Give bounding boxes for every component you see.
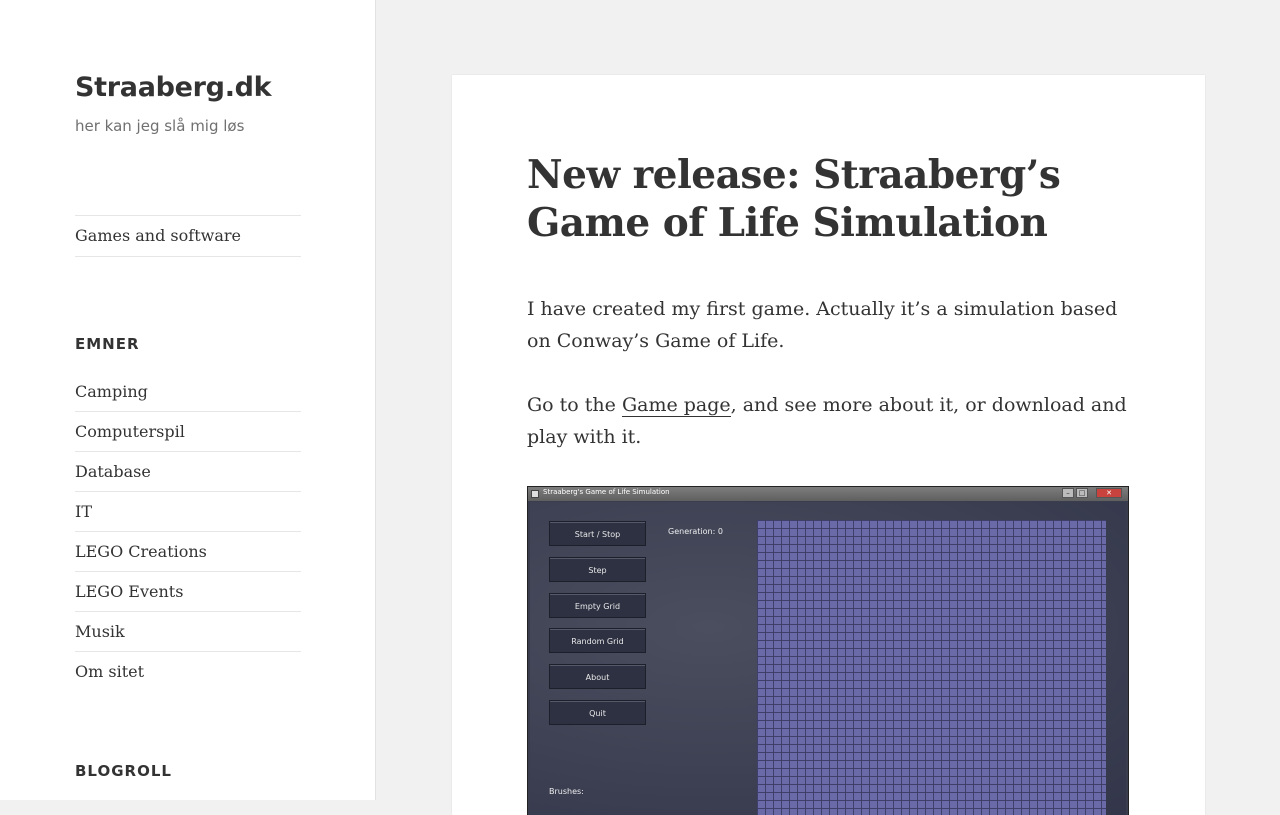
list-item: Camping [75, 372, 301, 412]
game-page-link[interactable]: Game page [621, 394, 731, 417]
sidebar: Straaberg.dk her kan jeg slå mig løs Gam… [0, 0, 376, 800]
categories-list: Camping Computerspil Database IT LEGO Cr… [75, 372, 301, 691]
category-link-om-sitet[interactable]: Om sitet [75, 652, 301, 691]
screenshot-step-button: Step [549, 557, 646, 582]
category-link-lego-events[interactable]: LEGO Events [75, 572, 301, 611]
screenshot-body: Start / Stop Step Empty Grid Random Grid… [530, 502, 1126, 815]
category-link-it[interactable]: IT [75, 492, 301, 531]
screenshot-window-title: Straaberg's Game of Life Simulation [543, 488, 670, 496]
maximize-icon: □ [1076, 488, 1088, 498]
list-item: Musik [75, 612, 301, 652]
screenshot-generation-counter: Generation: 0 [668, 527, 723, 536]
list-item: IT [75, 492, 301, 532]
screenshot-start-stop-button: Start / Stop [549, 521, 646, 546]
screenshot-empty-grid-button: Empty Grid [549, 593, 646, 618]
categories-widget-title: EMNER [75, 335, 140, 353]
close-icon: ✕ [1096, 488, 1122, 498]
screenshot-brushes-label: Brushes: [549, 787, 584, 796]
screenshot-quit-button: Quit [549, 700, 646, 725]
minimize-icon: – [1062, 488, 1074, 498]
category-link-musik[interactable]: Musik [75, 612, 301, 651]
site-title[interactable]: Straaberg.dk [75, 72, 272, 103]
screenshot-about-button: About [549, 664, 646, 689]
game-screenshot[interactable]: Straaberg's Game of Life Simulation – □ … [527, 486, 1129, 815]
list-item: LEGO Creations [75, 532, 301, 572]
menu-item-games-and-software[interactable]: Games and software [75, 216, 301, 256]
list-item: Om sitet [75, 652, 301, 691]
category-link-lego-creations[interactable]: LEGO Creations [75, 532, 301, 571]
post-paragraph-game-page: Go to the Game page, and see more about … [527, 389, 1130, 453]
screenshot-titlebar: Straaberg's Game of Life Simulation – □ … [528, 487, 1128, 501]
blogroll-widget-title: BLOGROLL [75, 762, 172, 780]
site-description: her kan jeg slå mig løs [75, 117, 245, 135]
category-link-camping[interactable]: Camping [75, 372, 301, 411]
category-link-database[interactable]: Database [75, 452, 301, 491]
post-article: New release: Straaberg’s Game of Life Si… [452, 75, 1205, 815]
screenshot-random-grid-button: Random Grid [549, 628, 646, 653]
list-item: Database [75, 452, 301, 492]
paragraph-text: Go to the [527, 394, 622, 416]
category-link-computerspil[interactable]: Computerspil [75, 412, 301, 451]
list-item: Computerspil [75, 412, 301, 452]
post-paragraph-intro: I have created my first game. Actually i… [527, 298, 1118, 352]
post-title[interactable]: New release: Straaberg’s Game of Life Si… [527, 151, 1087, 247]
screenshot-life-grid [757, 520, 1106, 815]
app-icon [531, 490, 539, 498]
main-navigation: Games and software [75, 215, 301, 257]
list-item: LEGO Events [75, 572, 301, 612]
